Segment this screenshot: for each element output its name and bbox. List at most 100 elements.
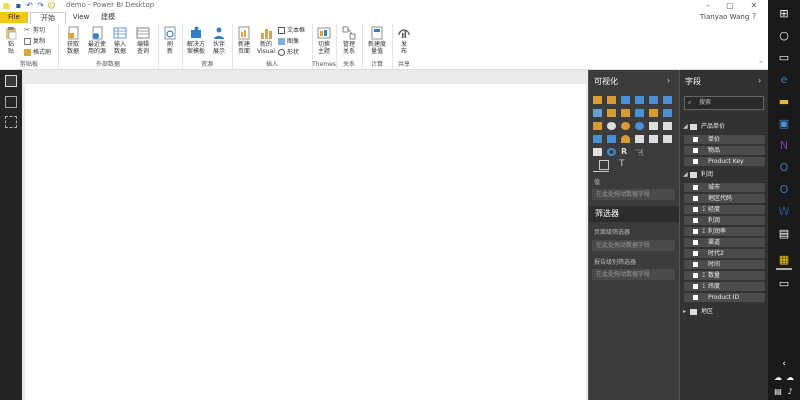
power-bi-taskbar-icon[interactable]: ▦ (776, 252, 792, 270)
line-chart-icon[interactable] (593, 109, 602, 117)
field-row[interactable]: 利润 (684, 216, 765, 225)
field-checkbox[interactable] (693, 284, 698, 289)
field-row[interactable]: Product Key (684, 157, 765, 166)
field-row[interactable]: Σ 经度 (684, 205, 765, 214)
field-checkbox[interactable] (693, 229, 698, 234)
map-icon[interactable] (663, 122, 672, 130)
shapes-button[interactable]: 形状 (278, 49, 299, 56)
smiley-icon[interactable]: ☺ (47, 1, 56, 10)
minimize-button[interactable]: – (700, 0, 716, 12)
store-icon[interactable]: ▣ (776, 116, 792, 132)
field-row[interactable]: 地区代码 (684, 194, 765, 203)
filled-map-icon[interactable] (593, 135, 602, 143)
card-icon[interactable] (635, 135, 644, 143)
collapse-visualizations-icon[interactable]: › (667, 76, 670, 85)
field-checkbox[interactable] (693, 137, 698, 142)
paste-button[interactable]: 粘 贴 (3, 26, 19, 55)
line-column-chart-icon[interactable] (635, 109, 644, 117)
edit-queries-button[interactable]: 编辑 查询 (132, 26, 154, 55)
refresh-button[interactable]: 刷 新 (162, 26, 178, 55)
redo-icon[interactable]: ↷ (36, 1, 45, 10)
page-filters-drop-well[interactable]: 在此处拖动数据字段 (592, 240, 675, 251)
slicer-icon[interactable] (593, 148, 602, 156)
treemap-icon[interactable] (649, 122, 658, 130)
partner-showcase-button[interactable]: 伙伴 展示 (209, 26, 229, 55)
field-row[interactable]: 时代2 (684, 249, 765, 258)
field-row[interactable]: Σ 利润率 (684, 227, 765, 236)
data-view-icon[interactable] (5, 96, 17, 108)
clustered-column-chart-icon[interactable] (635, 96, 644, 104)
field-checkbox[interactable] (693, 295, 698, 300)
clustered-bar-chart-icon[interactable] (621, 96, 630, 104)
close-button[interactable]: ✕ (746, 0, 762, 12)
relationship-view-icon[interactable] (5, 116, 17, 128)
recent-sources-button[interactable]: 最近使 用的源 (85, 26, 109, 55)
field-row[interactable]: 物品 (684, 146, 765, 155)
chat-icon[interactable]: ▭ (776, 276, 792, 292)
search-icon[interactable]: ○ (776, 28, 792, 44)
stacked-bar-chart-icon[interactable] (593, 96, 602, 104)
word-icon[interactable]: W (776, 204, 792, 220)
format-tab-icon[interactable]: T (619, 159, 625, 169)
field-checkbox[interactable] (693, 251, 698, 256)
100-column-chart-icon[interactable] (663, 96, 672, 104)
field-row[interactable]: Σ 数量 (684, 271, 765, 280)
field-checkbox[interactable] (693, 240, 698, 245)
task-view-icon[interactable]: ▭ (776, 50, 792, 66)
field-checkbox[interactable] (693, 218, 698, 223)
get-data-button[interactable]: 获取 数据 (62, 26, 84, 55)
field-checkbox[interactable] (693, 196, 698, 201)
values-drop-well[interactable]: 在此处拖动数据字段 (592, 189, 675, 200)
user-name[interactable]: Tianyao Wang (700, 13, 749, 21)
tab-view[interactable]: View (70, 12, 92, 23)
field-checkbox[interactable] (693, 185, 698, 190)
line-stacked-column-icon[interactable] (649, 109, 658, 117)
save-icon[interactable]: ▪ (14, 1, 23, 10)
format-painter-button[interactable]: 格式刷 (24, 49, 51, 56)
copy-button[interactable]: 复制 (24, 38, 45, 45)
donut-chart-icon[interactable] (635, 122, 644, 130)
100-bar-chart-icon[interactable] (649, 96, 658, 104)
table-地区[interactable]: ▸ 地区 (683, 307, 713, 317)
switch-theme-button[interactable]: 切换 主题 (314, 26, 334, 55)
new-visual-button[interactable]: 新的 Visual (255, 26, 277, 55)
enter-data-button[interactable]: 输入 数据 (110, 26, 130, 55)
onenote-icon[interactable]: N (776, 138, 792, 154)
cut-button[interactable]: ✂ 剪切 (24, 27, 45, 35)
image-button[interactable]: 图像 (278, 38, 299, 45)
stacked-column-chart-icon[interactable] (607, 96, 616, 104)
r-visual-icon[interactable]: R (621, 148, 630, 156)
field-row[interactable]: 时间 (684, 260, 765, 269)
field-checkbox[interactable] (693, 262, 698, 267)
collapse-ribbon-icon[interactable]: ⌃ (758, 60, 764, 68)
volume-icon[interactable]: ♪ (782, 384, 798, 400)
file-explorer-icon[interactable]: ▬ (776, 94, 792, 110)
outlook-icon[interactable]: O (776, 160, 792, 176)
field-row[interactable]: Σ 纬度 (684, 282, 765, 291)
gauge-icon[interactable] (621, 135, 630, 143)
field-row[interactable]: 单价 (684, 135, 765, 144)
undo-icon[interactable]: ↶ (25, 1, 34, 10)
field-checkbox[interactable] (693, 273, 698, 278)
stacked-area-chart-icon[interactable] (621, 109, 630, 117)
outlook-alt-icon[interactable]: O (776, 182, 792, 198)
kpi-icon[interactable] (663, 135, 672, 143)
field-row[interactable]: 渠道 (684, 238, 765, 247)
solution-templates-button[interactable]: 解决方 案模板 (184, 26, 208, 55)
new-measure-button[interactable]: 新建度 量值 (364, 26, 390, 55)
fields-search-input[interactable]: ⌕ 搜索 (684, 96, 764, 110)
field-checkbox[interactable] (693, 148, 698, 153)
multi-row-card-icon[interactable] (649, 135, 658, 143)
edge-icon[interactable]: e (776, 72, 792, 88)
help-icon[interactable]: ? (752, 12, 756, 21)
tab-home[interactable]: 开始 (30, 12, 66, 24)
table-产品单价[interactable]: ◢ 产品单价 (683, 122, 725, 132)
arcgis-icon[interactable] (607, 148, 616, 156)
report-filters-drop-well[interactable]: 在此处拖动数据字段 (592, 269, 675, 280)
pie-chart-icon[interactable] (621, 122, 630, 130)
report-page[interactable] (25, 84, 586, 400)
area-chart-icon[interactable] (607, 109, 616, 117)
maximize-button[interactable]: ▢ (722, 0, 738, 12)
collapse-fields-icon[interactable]: › (758, 76, 761, 85)
new-page-button[interactable]: 新建 页面 (234, 26, 254, 55)
